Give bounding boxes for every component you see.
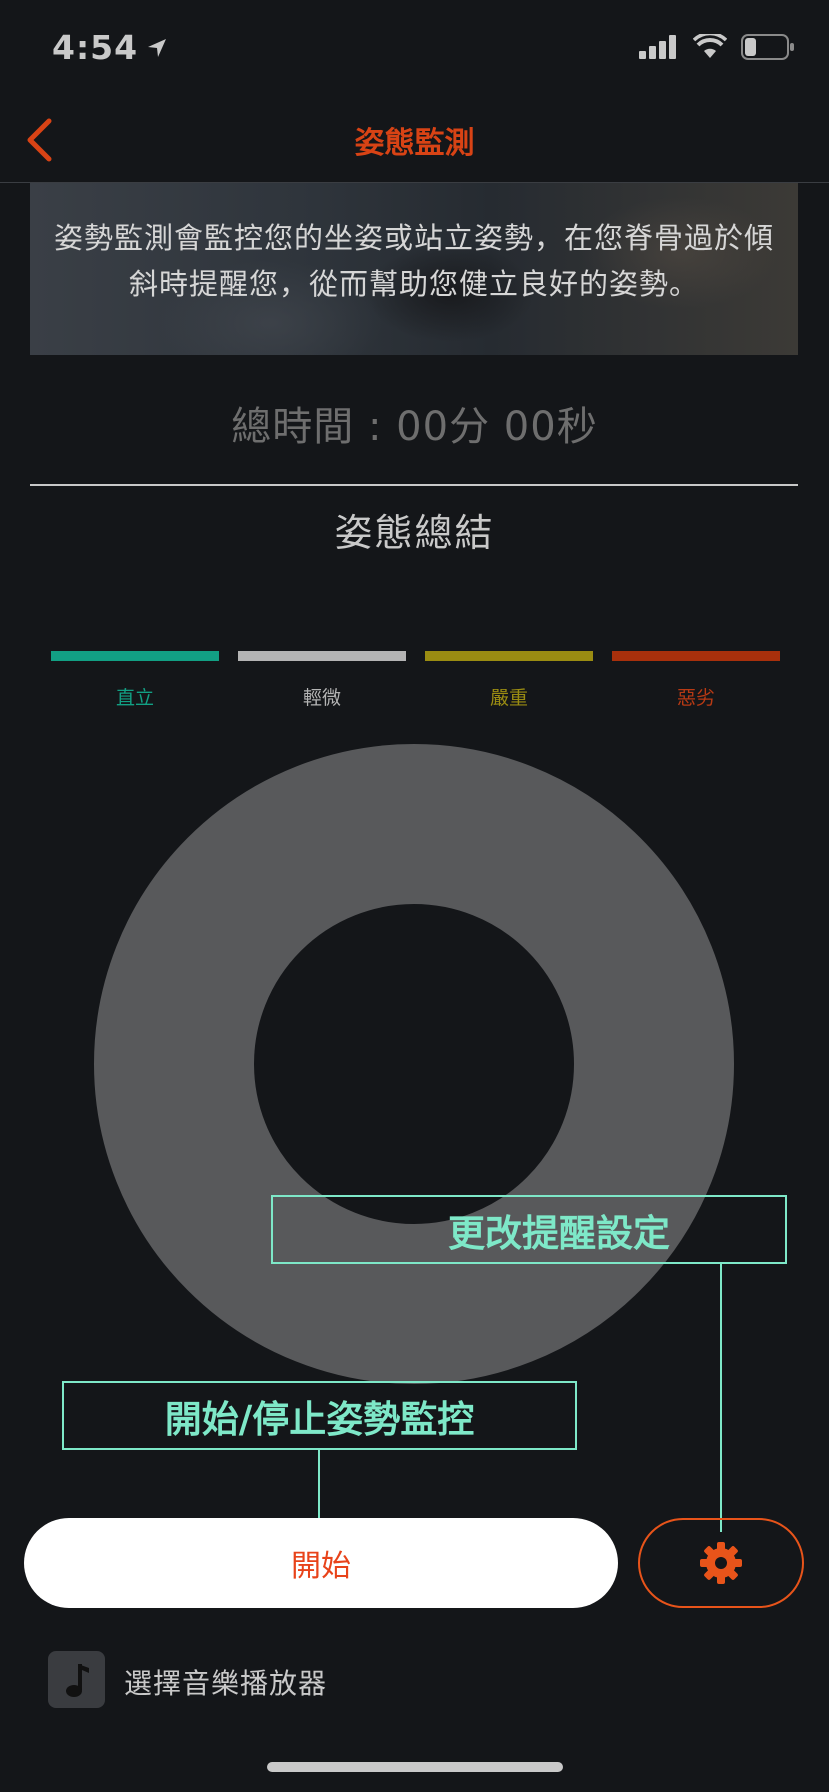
posture-donut-chart (94, 744, 734, 1384)
settings-button[interactable] (638, 1518, 804, 1608)
music-player-button[interactable] (48, 1651, 105, 1708)
legend-item-bad: 惡劣 (612, 651, 780, 710)
settings-tooltip: 更改提醒設定 (271, 1195, 787, 1264)
start-button[interactable]: 開始 (24, 1518, 618, 1608)
cellular-signal-icon (639, 35, 676, 59)
legend-label-upright: 直立 (115, 687, 154, 709)
section-divider (30, 484, 798, 486)
music-note-icon (65, 1663, 89, 1697)
legend-item-serious: 嚴重 (425, 651, 593, 710)
legend-bar-slight (238, 651, 406, 661)
status-time: 4:54 (52, 28, 168, 67)
page-title: 姿態監測 (354, 126, 475, 161)
total-time: 總時間 : 00分 00秒 (231, 404, 598, 450)
legend-label-serious: 嚴重 (489, 687, 528, 709)
legend-bar-upright (51, 651, 219, 661)
legend-label-bad: 惡劣 (676, 687, 715, 709)
summary-title: 姿態總結 (334, 511, 495, 555)
status-indicators (639, 34, 795, 60)
legend-label-slight: 輕微 (302, 687, 341, 709)
settings-tooltip-line (720, 1264, 722, 1532)
battery-icon (741, 34, 794, 60)
description-banner: 姿勢監測會監控您的坐姿或站立姿勢，在您脊骨過於傾斜時提醒您，從而幫助您健立良好的… (30, 183, 798, 355)
banner-description: 姿勢監測會監控您的坐姿或站立姿勢，在您脊骨過於傾斜時提醒您，從而幫助您健立良好的… (53, 221, 774, 301)
status-time-text: 4:54 (52, 28, 139, 67)
home-indicator[interactable] (267, 1762, 563, 1772)
music-player-label[interactable]: 選擇音樂播放器 (124, 1662, 327, 1702)
gear-icon (700, 1542, 742, 1584)
legend-item-upright: 直立 (51, 651, 219, 710)
start-tooltip: 開始/停止姿勢監控 (62, 1381, 577, 1450)
legend-item-slight: 輕微 (238, 651, 406, 710)
location-arrow-icon (148, 38, 167, 57)
legend-bar-bad (612, 651, 780, 661)
legend-bar-serious (425, 651, 593, 661)
start-tooltip-line (318, 1450, 320, 1522)
wifi-icon (693, 34, 727, 58)
